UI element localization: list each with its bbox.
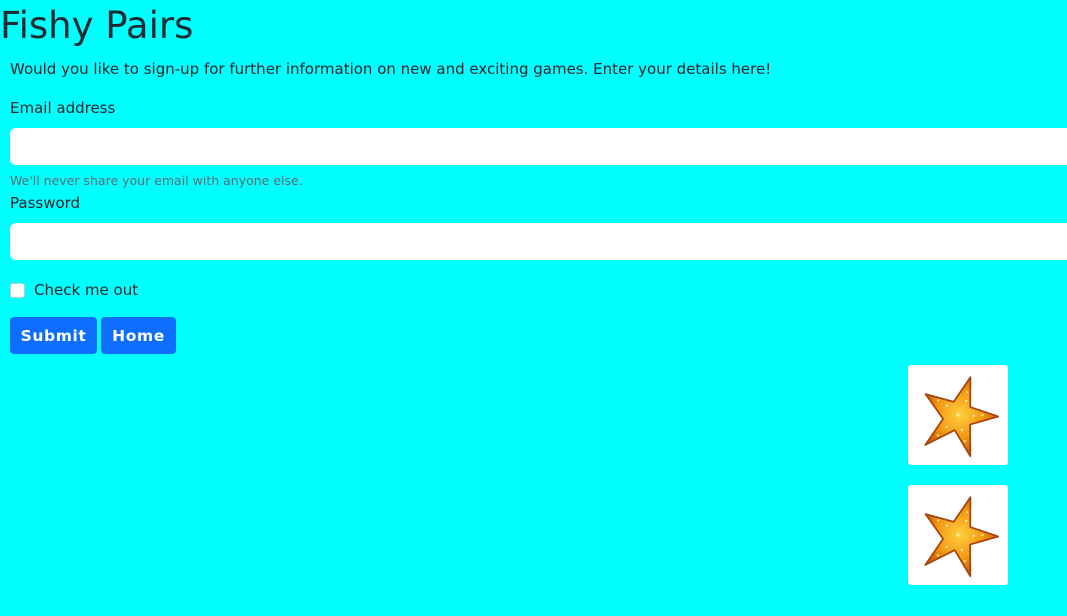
starfish-icon — [924, 496, 999, 578]
check-me-out-label: Check me out — [34, 281, 139, 299]
email-field[interactable] — [10, 128, 1067, 165]
signup-intro-text: Would you like to sign-up for further in… — [10, 60, 772, 78]
submit-button[interactable]: Submit — [10, 317, 97, 354]
page-title: Fishy Pairs — [0, 4, 194, 47]
email-help-text: We'll never share your email with anyone… — [10, 173, 303, 188]
check-me-out-row: Check me out — [10, 280, 138, 300]
starfish-icon — [924, 376, 999, 458]
email-label: Email address — [10, 99, 116, 117]
password-field[interactable] — [10, 223, 1067, 260]
game-card[interactable] — [908, 485, 1008, 585]
home-button[interactable]: Home — [101, 317, 176, 354]
password-label: Password — [10, 194, 81, 212]
check-me-out-checkbox[interactable] — [10, 282, 25, 298]
game-card[interactable] — [908, 365, 1008, 465]
